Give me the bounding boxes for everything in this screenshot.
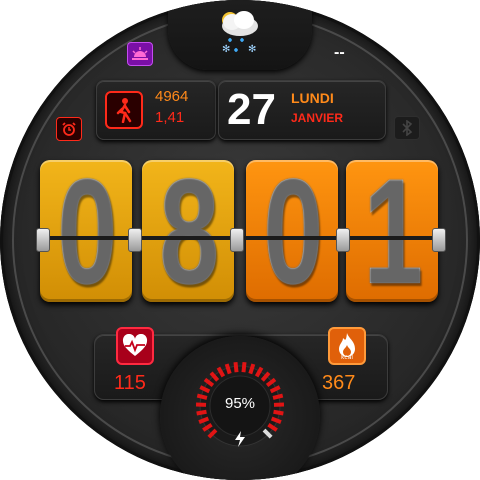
minute-tens-digit: 0 — [263, 147, 323, 315]
hour-tens-digit: 0 — [57, 147, 117, 315]
flip-hinge — [36, 228, 50, 252]
calories-value: 367 — [322, 372, 356, 394]
top-right-value: -- — [334, 44, 345, 61]
minute-tens-tile: 0 — [246, 156, 338, 306]
date-panel[interactable]: 27 LUNDI JANVIER — [218, 80, 386, 140]
bluetooth-icon[interactable] — [394, 116, 420, 140]
heart-rate-icon[interactable] — [116, 327, 154, 365]
battery-percent: 95% — [224, 395, 256, 412]
weather-snow-cloud-icon[interactable]: ✻ ✻ — [210, 4, 266, 60]
lightning-bolt-icon — [234, 431, 246, 447]
steps-distance: 1,41 — [155, 109, 185, 126]
battery-tick — [196, 393, 208, 400]
battery-tick — [273, 409, 284, 416]
minute-ones-digit: 1 — [363, 147, 423, 315]
alarm-clock-icon[interactable] — [56, 117, 82, 141]
hour-ones-digit: 8 — [159, 147, 219, 315]
battery-tick — [233, 362, 239, 373]
battery-tick — [196, 409, 207, 416]
date-day-number: 27 — [227, 85, 276, 134]
steps-count: 4964 — [155, 88, 189, 105]
flip-hinge — [128, 228, 142, 252]
svg-text:kcal: kcal — [341, 354, 353, 360]
hour-ones-tile: 8 — [142, 156, 234, 306]
flame-kcal-icon[interactable]: kcal — [328, 327, 366, 365]
flip-hinge — [336, 228, 350, 252]
date-month: JANVIER — [291, 111, 344, 125]
date-weekday: LUNDI — [291, 90, 334, 106]
battery-tick — [272, 393, 284, 400]
flip-hinge — [230, 228, 244, 252]
heart-rate-value: 115 — [114, 372, 146, 394]
steps-panel[interactable]: 4964 1,41 — [96, 80, 216, 140]
watch-face: ✻ ✻ -- 4964 1,41 27 LUNDI JANVIER 0 8 0 … — [0, 0, 480, 480]
svg-text:✻: ✻ — [248, 44, 256, 55]
svg-text:✻: ✻ — [222, 44, 230, 55]
minute-ones-tile: 1 — [346, 156, 438, 306]
flip-hinge — [432, 228, 446, 252]
hour-tens-tile: 0 — [40, 156, 132, 306]
sunrise-app-icon[interactable] — [127, 42, 153, 66]
walking-person-icon — [105, 91, 143, 129]
battery-tick — [241, 362, 247, 373]
